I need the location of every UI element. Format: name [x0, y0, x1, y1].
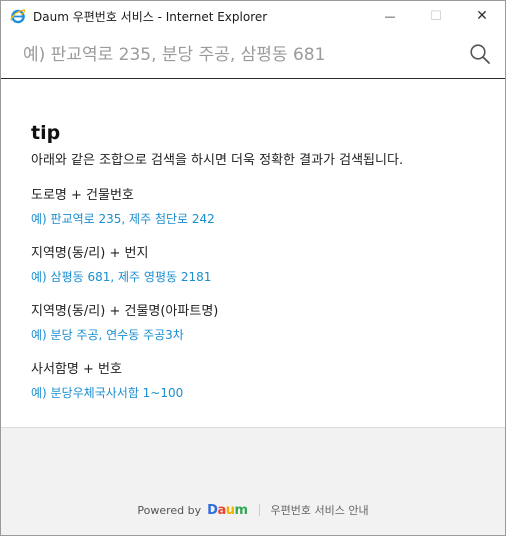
tip-title: tip: [31, 122, 61, 144]
tip-item: 지역명(동/리) + 건물명(아파트명) 예) 분당 주공, 연수동 주공3차: [31, 303, 481, 344]
tip-item-label: 사서함명 + 번호: [31, 362, 122, 377]
footer-links: Powered by Daum 우편번호 서비스 안내: [1, 502, 505, 518]
window-controls: — ☐ ✕: [367, 1, 505, 31]
search-input[interactable]: [21, 39, 455, 71]
tip-item-example: 예) 분당 주공, 연수동 주공3차: [31, 328, 184, 342]
footer: Powered by Daum 우편번호 서비스 안내: [1, 427, 505, 535]
tip-item-example: 예) 판교역로 235, 제주 첨단로 242: [31, 212, 215, 226]
tip-item: 사서함명 + 번호 예) 분당우체국사서함 1~100: [31, 361, 481, 402]
minimize-button[interactable]: —: [367, 1, 413, 31]
tip-item: 지역명(동/리) + 번지 예) 삼평동 681, 제주 영평동 2181: [31, 245, 481, 286]
title-bar: Daum 우편번호 서비스 - Internet Explorer — ☐ ✕: [1, 1, 505, 31]
tip-item-example: 예) 분당우체국사서함 1~100: [31, 386, 184, 400]
maximize-icon: ☐: [430, 8, 442, 24]
close-icon: ✕: [476, 8, 488, 24]
tip-item-example: 예) 삼평동 681, 제주 영평동 2181: [31, 270, 212, 284]
service-guide-link[interactable]: 우편번호 서비스 안내: [271, 502, 369, 518]
powered-by-text: Powered by: [137, 503, 202, 517]
search-icon[interactable]: [469, 43, 491, 65]
search-bar: [1, 31, 505, 79]
close-button[interactable]: ✕: [459, 1, 505, 31]
tip-item-label: 도로명 + 건물번호: [31, 188, 134, 203]
tip-panel: tip 아래와 같은 조합으로 검색을 하시면 더욱 정확한 결과가 검색됩니다…: [31, 121, 481, 402]
minimize-icon: —: [384, 9, 396, 23]
maximize-button: ☐: [413, 1, 459, 31]
browser-window: Daum 우편번호 서비스 - Internet Explorer — ☐ ✕ …: [0, 0, 506, 536]
tip-item: 도로명 + 건물번호 예) 판교역로 235, 제주 첨단로 242: [31, 187, 481, 228]
footer-divider: [258, 504, 260, 516]
tip-item-label: 지역명(동/리) + 번지: [31, 246, 149, 261]
window-title: Daum 우편번호 서비스 - Internet Explorer: [33, 9, 268, 24]
tip-item-label: 지역명(동/리) + 건물명(아파트명): [31, 304, 219, 319]
internet-explorer-icon: [10, 9, 26, 24]
daum-logo: Daum: [207, 502, 248, 518]
tip-description: 아래와 같은 조합으로 검색을 하시면 더욱 정확한 결과가 검색됩니다.: [31, 153, 404, 168]
